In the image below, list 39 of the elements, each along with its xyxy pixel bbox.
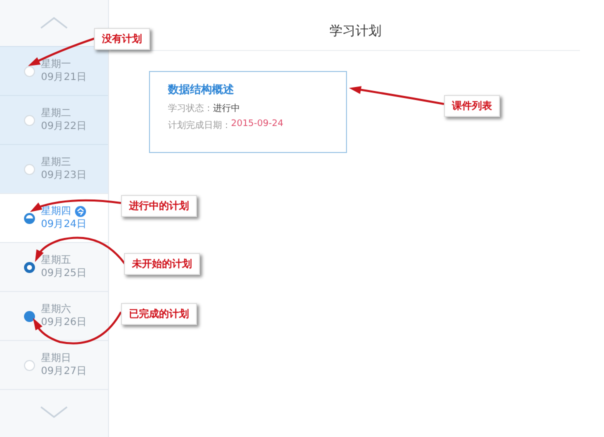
day-item[interactable]: 星期四 09月24日 bbox=[0, 193, 108, 242]
status-dot bbox=[24, 360, 35, 370]
callout-label: 没有计划 bbox=[94, 28, 150, 50]
callout-label: 未开始的计划 bbox=[124, 253, 200, 275]
status-label: 学习状态： bbox=[168, 102, 213, 115]
weekday-label: 星期日 bbox=[41, 352, 71, 364]
callout-label: 已完成的计划 bbox=[121, 303, 197, 325]
day-item[interactable]: 星期三 09月23日 bbox=[0, 144, 108, 193]
weekday-label: 星期五 bbox=[41, 254, 71, 266]
chevron-up-icon bbox=[39, 16, 69, 30]
date-label: 09月22日 bbox=[41, 120, 86, 132]
weekday-label: 星期四 bbox=[41, 206, 71, 218]
status-dot bbox=[24, 114, 35, 126]
date-label: 09月27日 bbox=[41, 366, 86, 378]
status-dot bbox=[24, 212, 35, 224]
status-dot bbox=[24, 262, 35, 272]
weekday-label: 星期三 bbox=[41, 156, 71, 168]
weekday-label: 星期一 bbox=[41, 58, 71, 70]
status-dot bbox=[24, 164, 35, 174]
date-label: 09月21日 bbox=[41, 72, 86, 84]
date-label: 09月24日 bbox=[41, 218, 86, 230]
course-title[interactable]: 数据结构概述 bbox=[168, 82, 328, 97]
status-value: 进行中 bbox=[213, 102, 240, 115]
status-dot bbox=[24, 310, 35, 322]
due-label: 计划完成日期： bbox=[168, 120, 231, 132]
day-item[interactable]: 星期一 09月21日 bbox=[0, 46, 108, 95]
weekday-label: 星期二 bbox=[41, 108, 71, 120]
date-label: 09月23日 bbox=[41, 170, 86, 182]
chevron-down-icon bbox=[39, 405, 69, 419]
date-label: 09月26日 bbox=[41, 316, 86, 328]
due-date: 2015-09-24 bbox=[231, 119, 284, 131]
course-card[interactable]: 数据结构概述 学习状态：进行中 计划完成日期：2015-09-24 bbox=[149, 71, 347, 153]
callout-label: 进行中的计划 bbox=[121, 195, 197, 217]
weekday-label: 星期六 bbox=[41, 304, 71, 316]
date-label: 09月25日 bbox=[41, 268, 86, 280]
page-title: 学习计划 bbox=[330, 23, 382, 41]
day-item[interactable]: 星期二 09月22日 bbox=[0, 95, 108, 144]
callout-label: 课件列表 bbox=[444, 95, 500, 117]
status-dot bbox=[24, 66, 35, 76]
